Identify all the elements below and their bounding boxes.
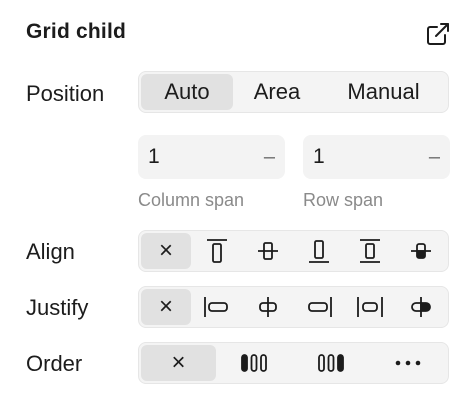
justify-none-option[interactable]: × — [141, 289, 191, 325]
row-span-caption: Row span — [303, 190, 384, 210]
align-label: Align — [26, 239, 75, 264]
justify-start-icon[interactable] — [191, 289, 242, 325]
align-segmented-control: × — [138, 230, 449, 272]
row-span-value: 1 — [313, 145, 325, 168]
align-center-icon[interactable] — [242, 233, 293, 269]
align-end-icon[interactable] — [293, 233, 344, 269]
column-span-value: 1 — [148, 145, 160, 168]
justify-stretch-icon[interactable] — [344, 289, 395, 325]
position-option-auto[interactable]: Auto — [141, 74, 233, 110]
more-icon[interactable] — [369, 345, 446, 381]
justify-label: Justify — [26, 295, 89, 320]
column-span-decrement[interactable]: – — [264, 146, 275, 169]
order-segmented-control: × — [138, 342, 449, 384]
position-label: Position — [26, 81, 105, 106]
position-option-manual[interactable]: Manual — [321, 74, 446, 110]
position-option-area[interactable]: Area — [233, 74, 321, 110]
row-span-input[interactable]: 1 – — [303, 135, 450, 179]
align-stretch-icon[interactable] — [344, 233, 395, 269]
external-link-icon[interactable] — [424, 20, 452, 48]
order-label: Order — [26, 351, 83, 376]
align-baseline-icon[interactable] — [395, 233, 446, 269]
order-last-icon[interactable] — [293, 345, 370, 381]
justify-baseline-icon[interactable] — [395, 289, 446, 325]
justify-end-icon[interactable] — [293, 289, 344, 325]
align-none-option[interactable]: × — [141, 233, 191, 269]
panel-title: Grid child — [26, 20, 127, 43]
order-first-icon[interactable] — [216, 345, 293, 381]
position-segmented-control: Auto Area Manual — [138, 71, 449, 113]
order-none-option[interactable]: × — [141, 345, 216, 381]
justify-segmented-control: × — [138, 286, 449, 328]
column-span-input[interactable]: 1 – — [138, 135, 285, 179]
align-start-icon[interactable] — [191, 233, 242, 269]
justify-center-icon[interactable] — [242, 289, 293, 325]
column-span-caption: Column span — [138, 190, 245, 210]
row-span-decrement[interactable]: – — [429, 146, 440, 169]
